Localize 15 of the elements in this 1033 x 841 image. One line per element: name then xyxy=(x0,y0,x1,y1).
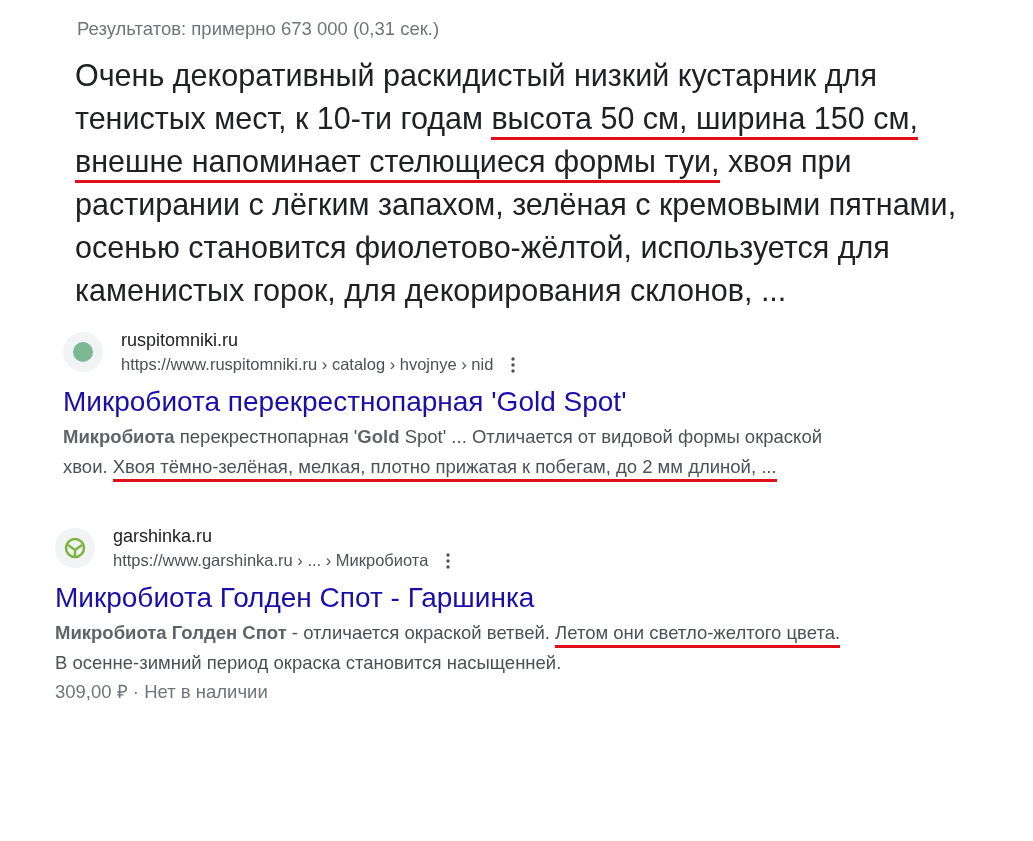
result-title-link[interactable]: Микробиота перекрестнопарная 'Gold Spot' xyxy=(63,386,627,418)
result-snippet: Микробиота перекрестнопарная 'Gold Spot' ... Отличается от видовой формы окраской хвои. Хвоя тёмно-зелёная, мелкая, плотно прижатая к побегам, до 2 мм длиной, ... xyxy=(63,422,855,482)
more-options-icon[interactable] xyxy=(446,552,451,569)
site-name[interactable]: ruspitomniki.ru xyxy=(121,330,516,351)
result-url[interactable]: https://www.garshinka.ru › ... › Микробиота xyxy=(113,551,429,570)
site-name[interactable]: garshinka.ru xyxy=(113,526,451,547)
price-availability: 309,00 ₽ · Нет в наличии xyxy=(55,680,268,703)
featured-snippet: Очень декоративный раскидистый низкий кустарник для тенистых мест, к 10-ти годам высота 50 см, ширина 150 см, внешне напоминает стелющиеся формы туи, хвоя при растирании с лёгким запахом, зелёная с кремовыми пятнами, осенью становится фиолетово-жёлтой, используется для каменистых горок, для декорирования склонов, ... xyxy=(75,57,958,310)
favicon-icon xyxy=(64,537,86,559)
results-count: Результатов: примерно 673 000 (0,31 сек.) xyxy=(77,18,440,40)
result-title-link[interactable]: Микробиота Голден Спот - Гаршинка xyxy=(55,582,535,614)
more-options-icon[interactable] xyxy=(511,356,516,373)
result-snippet: Микробиота Голден Спот - отличается окраской ветвей. Летом они светло-желтого цвета. В осенне-зимний период окраска становится насыщенней. xyxy=(55,621,842,675)
favicon-icon xyxy=(72,341,94,363)
result-url[interactable]: https://www.ruspitomniki.ru › catalog › hvojnye › nid xyxy=(121,355,494,374)
